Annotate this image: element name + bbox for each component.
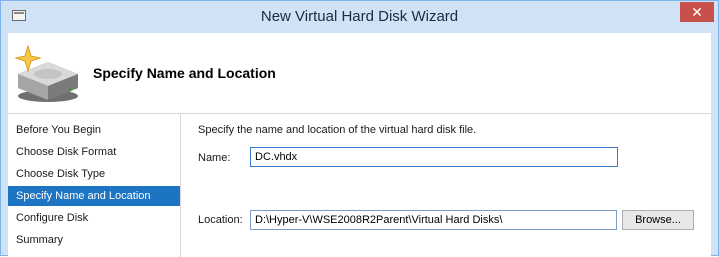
- step-content: Specify the name and location of the vir…: [181, 114, 711, 257]
- step-description: Specify the name and location of the vir…: [198, 124, 477, 136]
- page-title: Specify Name and Location: [93, 65, 276, 81]
- location-label: Location:: [198, 214, 243, 226]
- close-icon: ✕: [691, 4, 703, 20]
- step-configure-disk[interactable]: Configure Disk: [8, 208, 180, 228]
- window-title: New Virtual Hard Disk Wizard: [260, 8, 459, 25]
- wizard-header: Specify Name and Location: [8, 33, 711, 114]
- step-before-you-begin[interactable]: Before You Begin: [8, 120, 180, 140]
- name-field[interactable]: DC.vhdx: [250, 147, 618, 167]
- title-bar[interactable]: New Virtual Hard Disk Wizard ✕: [1, 1, 718, 33]
- step-choose-disk-format[interactable]: Choose Disk Format: [8, 142, 180, 162]
- hard-disk-sparkle-icon: [14, 44, 78, 102]
- wizard-client: Specify Name and Location Before You Beg…: [8, 33, 711, 257]
- wizard-window: New Virtual Hard Disk Wizard ✕ Specify N…: [0, 0, 719, 257]
- browse-button[interactable]: Browse...: [622, 210, 694, 230]
- step-specify-name-location[interactable]: Specify Name and Location: [8, 186, 180, 206]
- location-field[interactable]: D:\Hyper-V\WSE2008R2Parent\Virtual Hard …: [250, 210, 617, 230]
- name-label: Name:: [198, 152, 231, 164]
- close-button[interactable]: ✕: [680, 2, 714, 22]
- step-choose-disk-type[interactable]: Choose Disk Type: [8, 164, 180, 184]
- step-summary[interactable]: Summary: [8, 230, 180, 250]
- wizard-steps-nav: Before You Begin Choose Disk Format Choo…: [8, 114, 181, 257]
